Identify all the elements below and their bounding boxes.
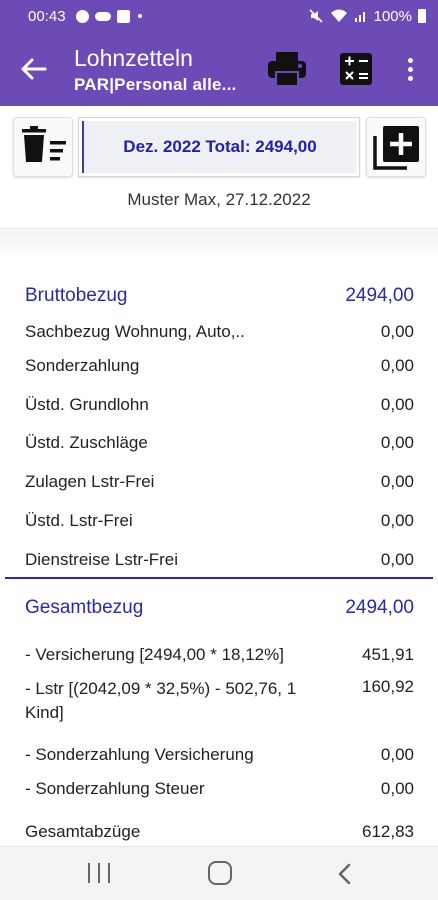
- list-item: Dienstreise Lstr-Frei 0,00: [25, 550, 414, 570]
- period-total-label: Dez. 2022 Total: 2494,00: [82, 121, 356, 173]
- back-arrow-icon: [21, 58, 47, 80]
- back-icon[interactable]: [334, 862, 356, 886]
- list-item: Üstd. Zuschläge 0,00: [25, 433, 414, 453]
- list-item: Zulagen Lstr-Frei 0,00: [25, 472, 414, 492]
- page-subtitle: PAR|Personal alle...: [74, 75, 237, 94]
- item-label: Üstd. Zuschläge: [25, 433, 148, 452]
- employee-date-line: Muster Max, 27.12.2022: [127, 190, 311, 209]
- calculator-icon: [340, 53, 372, 85]
- list-item: Üstd. Grundlohn 0,00: [25, 395, 414, 415]
- brutto-header: Bruttobezug 2494,00: [25, 285, 414, 307]
- more-vert-icon: [407, 57, 413, 63]
- list-item: Sonderzahlung 0,00: [25, 356, 414, 376]
- item-value: 160,92: [362, 677, 414, 696]
- item-label: - Sonderzahlung Versicherung: [25, 745, 254, 764]
- home-icon[interactable]: [208, 861, 232, 885]
- item-label: Üstd. Grundlohn: [25, 395, 149, 414]
- battery-percent: 100%: [373, 7, 412, 25]
- total-deductions-row: Gesamtabzüge 612,83: [25, 822, 414, 842]
- print-button[interactable]: [266, 50, 308, 88]
- list-item: - Sonderzahlung Versicherung 0,00: [25, 745, 414, 765]
- item-value: 0,00: [380, 511, 414, 530]
- gesamt-header-label: Gesamtbezug: [25, 597, 144, 618]
- list-item: - Versicherung [2494,00 * 18,12%] 451,91: [25, 645, 414, 665]
- item-value: 0,00: [380, 472, 414, 491]
- brutto-header-value: 2494,00: [345, 285, 414, 306]
- item-label: Sonderzahlung: [25, 356, 140, 375]
- status-time: 00:43: [28, 7, 66, 25]
- item-label: Zulagen Lstr-Frei: [25, 472, 155, 491]
- list-item: Sachbezug Wohnung, Auto,.. 0,00: [25, 322, 414, 342]
- period-selector[interactable]: Dez. 2022 Total: 2494,00: [78, 117, 360, 177]
- list-item: - Sonderzahlung Steuer 0,00: [25, 779, 414, 799]
- wifi-icon: [330, 9, 347, 22]
- back-button[interactable]: [14, 52, 54, 86]
- delete-list-icon: [22, 126, 66, 162]
- delete-button[interactable]: [13, 117, 73, 177]
- list-item: - Lstr [(2042,09 * 32,5%) - 502,76, 1 Ki…: [25, 677, 414, 725]
- item-value: 451,91: [362, 645, 414, 664]
- item-value: 0,00: [380, 433, 414, 452]
- page-title: Lohnzetteln: [74, 45, 193, 71]
- brutto-header-label: Bruttobezug: [25, 285, 128, 306]
- item-value: 0,00: [380, 779, 414, 798]
- section-divider: [5, 577, 433, 579]
- list-item: Üstd. Lstr-Frei 0,00: [25, 511, 414, 531]
- calculator-button[interactable]: [336, 50, 376, 88]
- content-shadow: [0, 231, 438, 261]
- info-icon: [75, 9, 89, 23]
- printer-icon: [268, 52, 306, 87]
- dot-icon: [137, 14, 142, 18]
- item-value: 0,00: [380, 322, 414, 341]
- gesamt-header: Gesamtbezug 2494,00: [25, 597, 414, 619]
- item-label: - Lstr [(2042,09 * 32,5%) - 502,76, 1 Ki…: [25, 679, 297, 722]
- battery-icon: [418, 9, 426, 23]
- item-value: 0,00: [380, 356, 414, 375]
- add-item-icon: [373, 126, 419, 170]
- recent-apps-icon[interactable]: [88, 863, 110, 883]
- linkedin-icon: [116, 9, 130, 23]
- system-nav-bar: [0, 846, 438, 900]
- item-value: 0,00: [380, 395, 414, 414]
- item-label: Dienstreise Lstr-Frei: [25, 550, 179, 569]
- signal-icon: [354, 12, 365, 22]
- mute-icon: [309, 9, 323, 23]
- item-label: Üstd. Lstr-Frei: [25, 511, 133, 530]
- more-options-button[interactable]: [400, 52, 420, 86]
- item-value: 0,00: [380, 550, 414, 569]
- add-button[interactable]: [366, 117, 426, 177]
- total-deductions-label: Gesamtabzüge: [25, 822, 141, 841]
- status-bar: 00:43 100%: [0, 0, 438, 32]
- item-label: - Versicherung [2494,00 * 18,12%]: [25, 645, 284, 664]
- gesamt-header-value: 2494,00: [345, 597, 414, 618]
- item-value: 0,00: [380, 745, 414, 764]
- app-bar: Lohnzetteln PAR|Personal alle...: [0, 32, 438, 106]
- cloud-icon: [94, 11, 111, 21]
- item-label: - Sonderzahlung Steuer: [25, 779, 205, 798]
- item-label: Sachbezug Wohnung, Auto,..: [25, 322, 245, 341]
- total-deductions-value: 612,83: [362, 822, 414, 841]
